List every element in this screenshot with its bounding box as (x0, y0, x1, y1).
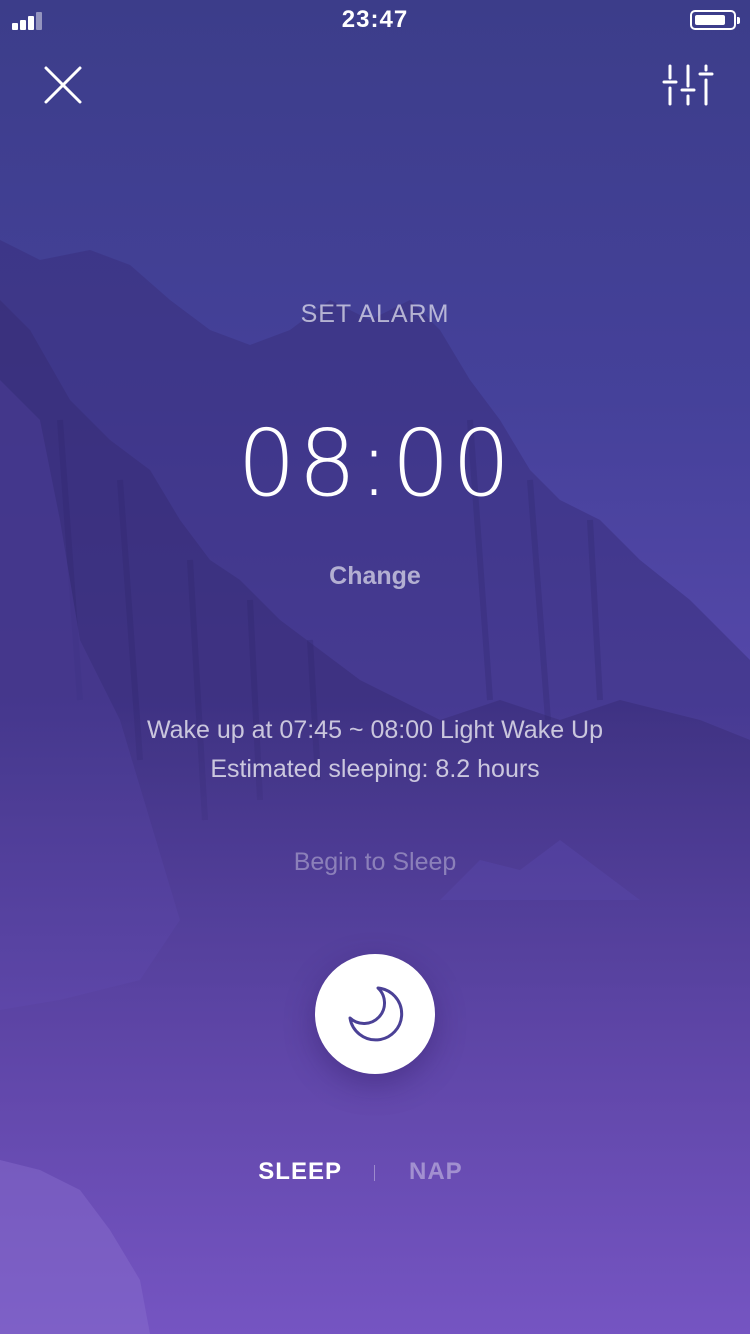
sliders-icon (662, 64, 714, 106)
mode-tab-sleep[interactable]: SLEEP (258, 1158, 342, 1186)
mode-switch: SLEEP NAP (0, 1158, 750, 1192)
estimated-sleep-text: Estimated sleeping: 8.2 hours (210, 755, 540, 783)
moon-icon (348, 986, 404, 1042)
mode-tab-nap[interactable]: NAP (409, 1158, 463, 1186)
status-bar: 23:47 (0, 0, 750, 40)
mode-divider (374, 1165, 375, 1181)
close-button[interactable] (38, 60, 88, 110)
mountain-background (0, 240, 750, 1334)
wake-window-text: Wake up at 07:45 ~ 08:00 Light Wake Up (146, 716, 604, 744)
status-time: 23:47 (341, 6, 409, 33)
start-sleep-button[interactable] (315, 954, 435, 1074)
sleep-alarm-screen: 23:47 SET ALARM 08:00 Change Wake up at … (0, 0, 750, 1334)
begin-to-sleep-label: Begin to Sleep (293, 848, 457, 876)
set-alarm-heading: SET ALARM (300, 300, 450, 328)
alarm-time: 08:00 (237, 410, 513, 517)
settings-button[interactable] (662, 60, 714, 112)
battery-icon (690, 10, 740, 30)
close-icon (44, 66, 82, 104)
change-alarm-button[interactable]: Change (0, 562, 750, 591)
